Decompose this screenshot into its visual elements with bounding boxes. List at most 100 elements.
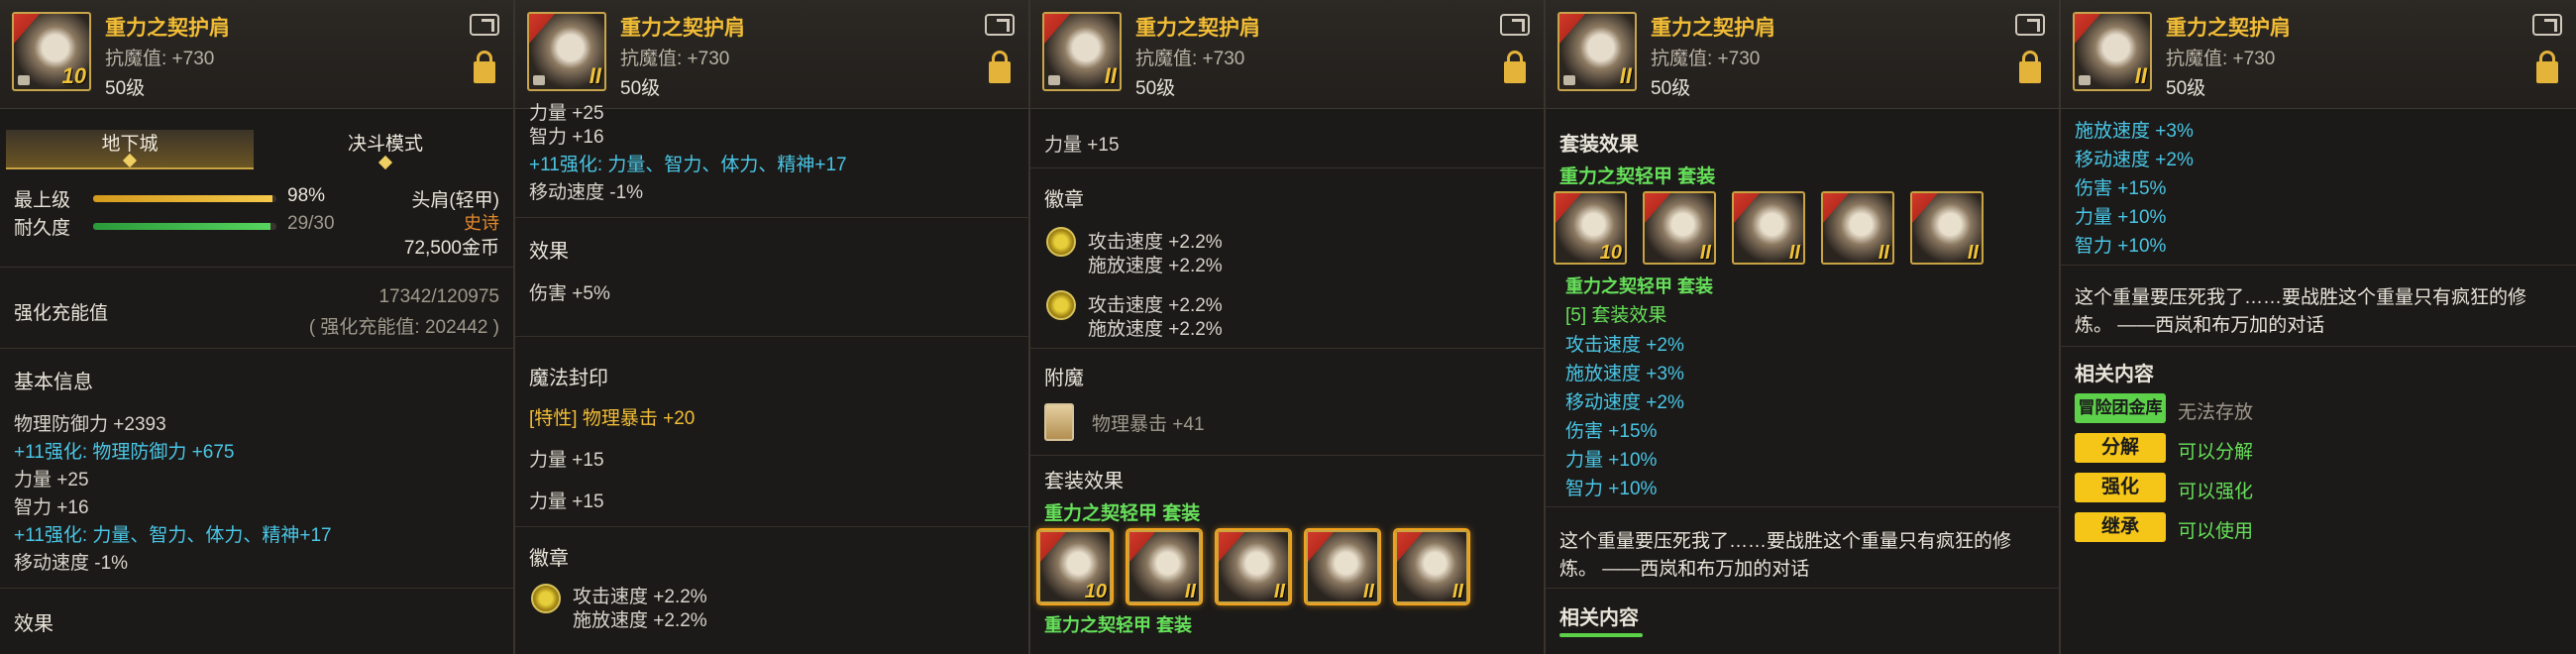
effect-line: 伤害 +5% bbox=[529, 283, 610, 304]
emblem-icon bbox=[1046, 290, 1076, 320]
item-header: II 重力之契护肩 抗魔值: +730 50级 bbox=[1030, 0, 1544, 109]
item-icon: II bbox=[527, 12, 606, 91]
stat-line: +11强化: 物理防御力 +675 bbox=[14, 442, 235, 463]
tooltip-body: 力量 +15 徽章 攻击速度 +2.2% 施放速度 +2.2% 攻击速度 +2.… bbox=[1030, 110, 1544, 654]
set-item-icon[interactable]: II bbox=[1643, 191, 1716, 265]
green-underline bbox=[1559, 633, 1643, 637]
divider bbox=[1030, 348, 1544, 349]
bonus-line: 施放速度 +3% bbox=[1565, 364, 1684, 384]
enhance-button[interactable]: 强化 bbox=[2075, 473, 2166, 502]
share-link-icon[interactable] bbox=[985, 14, 1015, 36]
bonus-line: 伤害 +15% bbox=[1565, 421, 1658, 442]
icon-level: II bbox=[1184, 581, 1196, 602]
tab-duel-label: 决斗模式 bbox=[347, 134, 423, 155]
equipped-ribbon-icon bbox=[1397, 532, 1423, 562]
padlock-icon[interactable] bbox=[2536, 51, 2558, 83]
max-grade-value: 98% bbox=[287, 185, 326, 206]
set-item-icon[interactable]: 10 bbox=[1554, 191, 1627, 265]
emblem-line: 攻击速度 +2.2% bbox=[573, 587, 707, 607]
item-header: II 重力之契护肩 抗魔值: +730 50级 bbox=[1546, 0, 2059, 109]
icon-level: 10 bbox=[1599, 242, 1622, 264]
icon-level: II bbox=[1788, 242, 1800, 264]
disassemble-button[interactable]: 分解 bbox=[2075, 433, 2166, 463]
lock-small-icon bbox=[1563, 75, 1575, 85]
equipped-ribbon-icon bbox=[1556, 193, 1581, 223]
set-item-icon[interactable]: II bbox=[1217, 530, 1290, 603]
tooltip-panel-1: 10 重力之契护肩 抗魔值: +730 50级 地下城 决斗模式 最上级 98%… bbox=[0, 0, 515, 654]
item-name: 重力之契护肩 bbox=[620, 17, 745, 40]
enhance-status: 可以强化 bbox=[2178, 482, 2254, 502]
tab-dungeon[interactable]: 地下城 bbox=[6, 130, 254, 169]
divider bbox=[2061, 265, 2576, 266]
divider bbox=[515, 217, 1028, 218]
item-header: II 重力之契护肩 抗魔值: +730 50级 bbox=[515, 0, 1028, 109]
item-resist: 抗魔值: +730 bbox=[620, 49, 730, 69]
divider bbox=[1030, 455, 1544, 456]
set-item-icon[interactable]: II bbox=[1306, 530, 1379, 603]
inherit-button[interactable]: 继承 bbox=[2075, 512, 2166, 542]
padlock-icon[interactable] bbox=[2019, 51, 2041, 83]
charge-sub: ( 强化充能值: 202442 ) bbox=[308, 317, 499, 338]
related-title: 相关内容 bbox=[1559, 607, 1639, 629]
bonus-line: 移动速度 +2% bbox=[2075, 150, 2194, 170]
share-link-icon[interactable] bbox=[470, 14, 499, 36]
bonus-line: 攻击速度 +2% bbox=[1565, 335, 1684, 356]
divider bbox=[0, 588, 513, 589]
tooltip-panel-2: II 重力之契护肩 抗魔值: +730 50级 力量 +25 智力 +16 +1… bbox=[515, 0, 1030, 654]
seal-line: 力量 +15 bbox=[529, 450, 604, 471]
item-level: 50级 bbox=[1135, 78, 1176, 99]
icon-level: 10 bbox=[1084, 581, 1107, 602]
seal-line: 力量 +15 bbox=[1044, 135, 1120, 156]
max-grade-bar bbox=[93, 195, 276, 202]
mode-tabs: 地下城 决斗模式 bbox=[6, 130, 509, 170]
charge-value: 17342/120975 bbox=[378, 286, 499, 307]
stat-line: 移动速度 -1% bbox=[14, 553, 129, 574]
set-item-icon[interactable]: II bbox=[1395, 530, 1468, 603]
emblem-line: 攻击速度 +2.2% bbox=[1088, 295, 1223, 316]
item-resist: 抗魔值: +730 bbox=[1135, 49, 1245, 69]
icon-level: II bbox=[1273, 581, 1285, 602]
bonus-line: 移动速度 +2% bbox=[1565, 392, 1684, 413]
max-grade-label: 最上级 bbox=[14, 190, 71, 211]
share-link-icon[interactable] bbox=[2015, 14, 2045, 36]
guild-vault-status: 无法存放 bbox=[2178, 402, 2254, 423]
share-link-icon[interactable] bbox=[2532, 14, 2562, 36]
divider bbox=[2061, 346, 2576, 347]
guild-vault-button[interactable]: 冒险团金库 bbox=[2075, 393, 2166, 423]
set-item-icon[interactable]: II bbox=[1127, 530, 1201, 603]
enchant-line: 物理暴击 +41 bbox=[1092, 414, 1205, 435]
stat-line: +11强化: 力量、智力、体力、精神+17 bbox=[529, 155, 847, 175]
basic-info-title: 基本信息 bbox=[14, 372, 93, 393]
icon-level: II bbox=[1362, 581, 1374, 602]
durability-fill bbox=[93, 223, 270, 230]
set-item-icon[interactable]: 10 bbox=[1038, 530, 1112, 603]
diamond-icon bbox=[377, 155, 393, 170]
lock-small-icon bbox=[1048, 75, 1060, 85]
emblem-line: 施放速度 +2.2% bbox=[1088, 319, 1223, 340]
share-link-icon[interactable] bbox=[1500, 14, 1530, 36]
bonus-line: 智力 +10% bbox=[2075, 236, 2167, 257]
tooltip-body: 地下城 决斗模式 最上级 98% 耐久度 29/30 头肩(轻甲) 史诗 72,… bbox=[0, 110, 513, 654]
item-icon: II bbox=[2073, 12, 2152, 91]
item-resist: 抗魔值: +730 bbox=[2166, 49, 2276, 69]
divider bbox=[0, 348, 513, 349]
padlock-icon[interactable] bbox=[989, 51, 1011, 83]
padlock-icon[interactable] bbox=[1504, 51, 1526, 83]
equipped-ribbon-icon bbox=[1040, 532, 1066, 562]
flavor-text: 这个重量要压死我了……要战胜这个重量只有疯狂的修 bbox=[2075, 287, 2527, 308]
bonus-line: 施放速度 +3% bbox=[2075, 121, 2194, 142]
set-item-icon[interactable]: II bbox=[1910, 191, 1984, 265]
set-item-icon[interactable]: II bbox=[1732, 191, 1805, 265]
diamond-icon bbox=[122, 153, 138, 168]
icon-level: II bbox=[1967, 242, 1979, 264]
stat-line: +11强化: 力量、智力、体力、精神+17 bbox=[14, 525, 332, 546]
item-header: II 重力之契护肩 抗魔值: +730 50级 bbox=[2061, 0, 2576, 109]
durability-value: 29/30 bbox=[287, 213, 335, 234]
tab-dungeon-label: 地下城 bbox=[101, 134, 159, 155]
set-item-icon[interactable]: II bbox=[1821, 191, 1894, 265]
padlock-icon[interactable] bbox=[474, 51, 495, 83]
effect-title: 效果 bbox=[14, 613, 54, 635]
stat-line: 智力 +16 bbox=[529, 127, 604, 148]
tab-duel[interactable]: 决斗模式 bbox=[262, 130, 509, 170]
seal-line: [特性] 物理暴击 +20 bbox=[529, 408, 696, 429]
